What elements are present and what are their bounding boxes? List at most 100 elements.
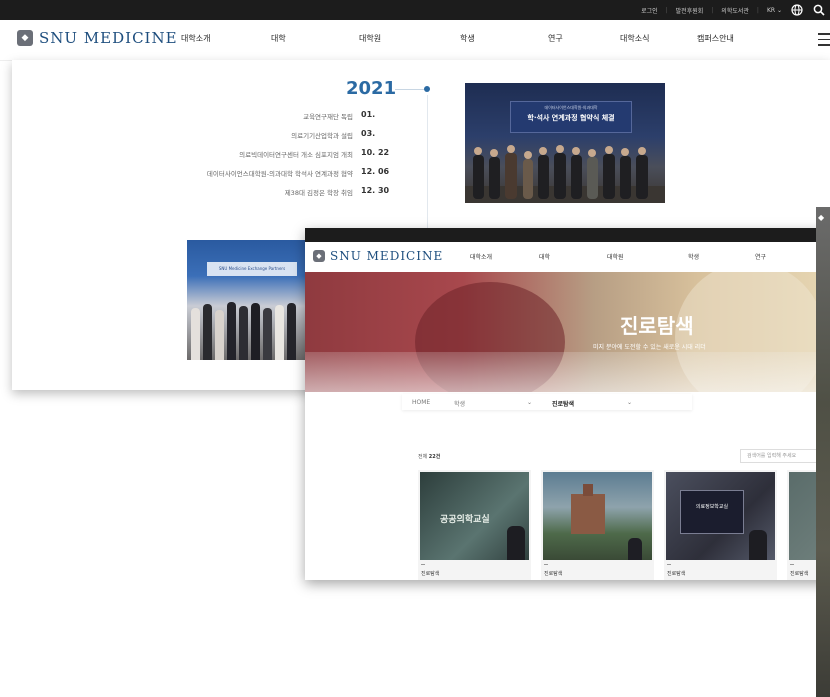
banner-subtitle: 데이터사이언스대학원-의과대학 (544, 105, 598, 110)
person-figure (191, 308, 200, 360)
video-card[interactable]: 진로탐색 (541, 470, 654, 580)
breadcrumb-level2[interactable]: 진로탐색 (552, 399, 574, 408)
hamburger-menu-icon[interactable] (818, 33, 830, 46)
brand-name: SNU MEDICINE (330, 249, 444, 263)
total-label: 전체 (418, 454, 428, 460)
person-figure (215, 310, 224, 360)
history-event: 의료빅데이터연구센터 개소 심포지엄 개최 (239, 151, 353, 159)
timeline-line (427, 95, 428, 235)
person-figure (263, 308, 272, 360)
screen-shape: 의료정보학교실 (680, 490, 744, 534)
person-figure (251, 303, 260, 360)
brand-logo-2[interactable]: ◆ SNU MEDICINE (313, 249, 443, 263)
card-category: 진로탐색 (790, 571, 809, 577)
hero-title: 진로탐색 (620, 314, 694, 338)
person-figure (275, 305, 284, 360)
utility-links: 로그인 | 발전후원회 | 의학도서관 | KR ⌄ (641, 0, 830, 20)
brand-logo[interactable]: ◆ SNU MEDICINE (17, 29, 178, 47)
emblem-icon: ◆ (17, 30, 33, 46)
nav-item-college[interactable]: 대학 (271, 33, 286, 44)
total-number: 22건 (428, 454, 441, 460)
person-figure (239, 306, 248, 360)
history-date: 12. 06 (361, 167, 390, 176)
nav-item-about[interactable]: 대학소개 (181, 33, 210, 44)
nav-item-graduate[interactable]: 대학원 (359, 33, 381, 44)
main-nav-2: ◆ SNU MEDICINE 대학소개 대학 대학원 학생 연구 대 (305, 242, 830, 272)
timeline-dot (424, 86, 430, 92)
exchange-photo: SNU Medicine Exchange Partners (187, 240, 307, 360)
video-thumbnail: 공공의학교실 (420, 472, 529, 560)
search-icon[interactable] (812, 3, 826, 17)
globe-icon[interactable] (790, 3, 804, 17)
breadcrumb-home[interactable]: HOME (412, 399, 430, 406)
video-thumbnail (543, 472, 652, 560)
nav-item-students[interactable]: 학생 (460, 33, 475, 44)
language-select[interactable]: KR ⌄ (767, 7, 782, 14)
nav-item-about[interactable]: 대학소개 (470, 252, 492, 261)
chevron-down-icon[interactable]: ⌄ (627, 399, 632, 406)
language-label: KR (766, 6, 776, 14)
person-figure (203, 304, 212, 360)
divider: | (756, 6, 759, 14)
breadcrumb: HOME 학생 ⌄ 진로탐색 ⌄ (402, 394, 692, 410)
history-event: 교육연구재단 독립 (303, 113, 353, 121)
speaker-figure (507, 526, 525, 560)
card-category: 진로탐색 (421, 571, 440, 577)
library-link[interactable]: 의학도서관 (721, 6, 749, 15)
history-date: 10. 22 (361, 148, 390, 157)
divider (421, 564, 425, 565)
banner-title: 학·석사 연계과정 협약식 체결 (527, 114, 615, 122)
people-silhouettes (465, 145, 665, 203)
history-event: 제38대 김정은 학장 취임 (284, 189, 353, 197)
emblem-icon: ◆ (313, 250, 325, 262)
hero-banner: 진로탐색 미지 분야에 도전할 수 있는 새로운 시대 리더 (305, 272, 830, 392)
divider (667, 564, 671, 565)
chevron-down-icon[interactable]: ⌄ (527, 399, 532, 406)
total-count: 전체 22건 (418, 453, 440, 460)
nav-item-campus[interactable]: 캠퍼스안내 (697, 33, 734, 44)
hero-subtitle: 미지 분야에 도전할 수 있는 새로운 시대 리더 (593, 344, 706, 351)
history-event: 데이터사이언스대학원-의과대학 학석사 연계과정 협약 (206, 170, 353, 178)
breadcrumb-level1[interactable]: 학생 (454, 399, 465, 408)
hero-desk (305, 352, 830, 392)
nav-item-research[interactable]: 연구 (755, 252, 766, 261)
nav-item-research[interactable]: 연구 (548, 33, 563, 44)
edge-panel: ◆ (816, 207, 830, 697)
exchange-banner: SNU Medicine Exchange Partners (207, 262, 297, 276)
ceremony-banner: 데이터사이언스대학원-의과대학 학·석사 연계과정 협약식 체결 (510, 101, 632, 133)
building-shape (571, 494, 605, 534)
ceremony-photo: 데이터사이언스대학원-의과대학 학·석사 연계과정 협약식 체결 (465, 83, 665, 203)
divider (544, 564, 548, 565)
divider (790, 564, 794, 565)
emblem-icon: ◆ (818, 213, 825, 222)
nav-item-students[interactable]: 학생 (688, 252, 699, 261)
speaker-figure (749, 530, 767, 560)
history-date: 03. (361, 129, 376, 138)
card-category: 진로탐색 (667, 571, 686, 577)
nav-item-graduate[interactable]: 대학원 (607, 252, 624, 261)
tower-shape (583, 484, 593, 496)
divider: | (711, 6, 714, 14)
person-figure (227, 302, 236, 360)
person-figure (287, 303, 296, 360)
video-thumbnail: 의료정보학교실 (666, 472, 775, 560)
donation-link[interactable]: 발전후원회 (676, 6, 704, 15)
nav-item-news[interactable]: 대학소식 (620, 33, 649, 44)
year-connector (395, 89, 425, 90)
main-nav: ◆ SNU MEDICINE 대학소개 대학 대학원 학생 연구 대학소식 캠퍼… (0, 20, 830, 61)
thumb-caption: 의료정보학교실 (695, 504, 729, 510)
login-link[interactable]: 로그인 (641, 6, 658, 15)
video-card[interactable]: 의료정보학교실 진로탐색 (664, 470, 777, 580)
career-page-panel: ◆ SNU MEDICINE 대학소개 대학 대학원 학생 연구 대 진로탐색 … (305, 228, 830, 580)
brand-name: SNU MEDICINE (39, 29, 178, 47)
utility-bar-2 (305, 228, 830, 242)
chevron-down-icon: ⌄ (776, 6, 782, 14)
history-date: 12. 30 (361, 186, 390, 195)
thumb-caption: 공공의학교실 (440, 515, 490, 525)
video-card[interactable]: 공공의학교실 진로탐색 (418, 470, 531, 580)
nav-item-college[interactable]: 대학 (539, 252, 550, 261)
history-date: 01. (361, 110, 376, 119)
card-category: 진로탐색 (544, 571, 563, 577)
speaker-figure (628, 538, 642, 560)
utility-bar: 로그인 | 발전후원회 | 의학도서관 | KR ⌄ (0, 0, 830, 20)
